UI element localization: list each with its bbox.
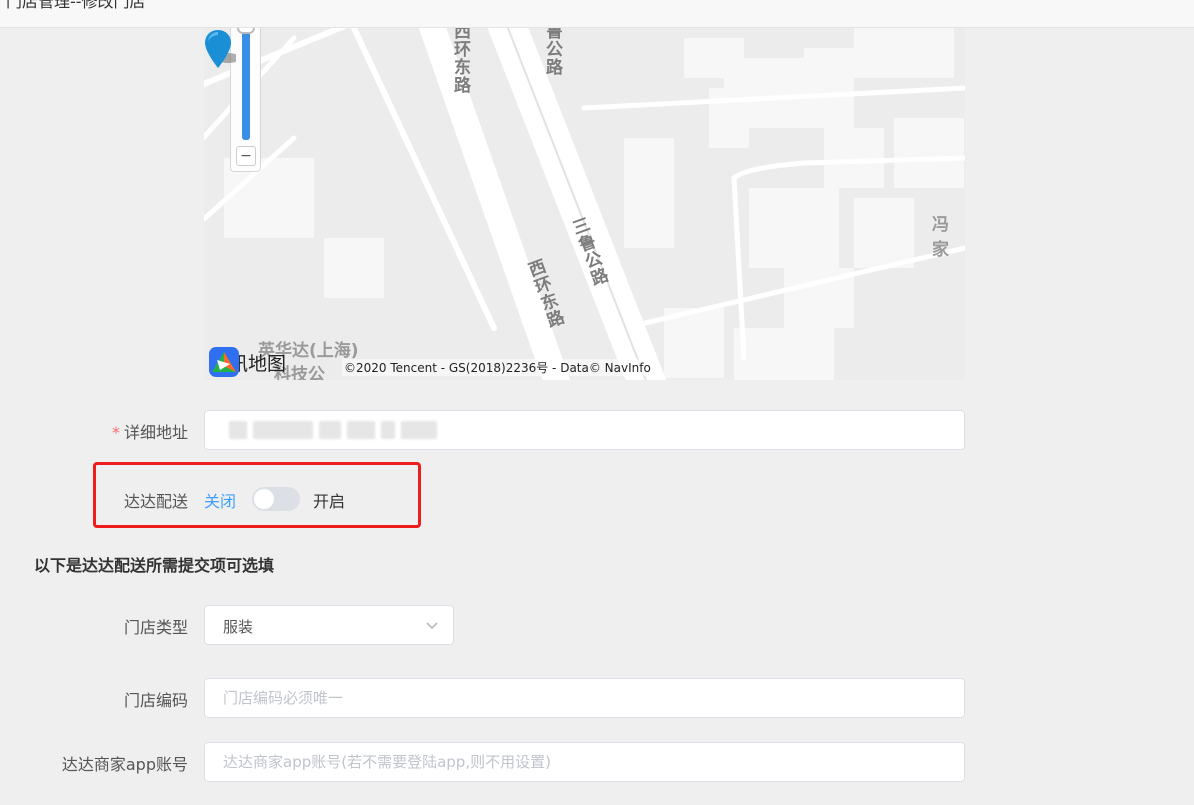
- dada-account-label: 达达商家app账号: [61, 755, 188, 774]
- dada-account-input[interactable]: [204, 742, 965, 782]
- store-code-label: 门店编码: [123, 691, 188, 710]
- place-label: 冯家: [932, 215, 949, 260]
- optional-section-title: 以下是达达配送所需提交项可选填: [34, 556, 275, 575]
- map-canvas: [204, 28, 965, 380]
- dada-delivery-label: 达达配送: [123, 492, 188, 511]
- store-type-label: 门店类型: [123, 618, 188, 637]
- address-input[interactable]: [204, 410, 965, 450]
- zoom-slider-handle[interactable]: [237, 28, 255, 34]
- switch-on-label[interactable]: 开启: [313, 488, 345, 512]
- switch-handle: [254, 489, 274, 509]
- store-code-input[interactable]: [204, 678, 965, 718]
- road-label: 鲁公路: [542, 28, 562, 76]
- map-view[interactable]: 西环东路 鲁公路 三鲁公路 西环东路 冯家 英华达(上海) 科技公 − 腾讯地图…: [204, 28, 965, 380]
- page-title: 门店管理--修改门店: [6, 0, 146, 11]
- tencent-map-logo-icon: [209, 347, 239, 377]
- map-brand: 腾讯地图: [208, 346, 286, 378]
- store-type-value: 服装: [223, 618, 254, 636]
- zoom-out-button[interactable]: −: [236, 146, 256, 166]
- road-label: 西环东路: [450, 28, 470, 94]
- store-type-select[interactable]: 服装: [204, 605, 454, 645]
- location-pin-icon[interactable]: [204, 28, 236, 70]
- required-mark: *: [111, 423, 120, 442]
- zoom-slider-track[interactable]: [242, 28, 250, 140]
- map-copyright: ©2020 Tencent - GS(2018)2236号 - Data© Na…: [342, 359, 653, 376]
- title-bar: 门店管理--修改门店: [0, 0, 1194, 28]
- address-label: * 详细地址: [111, 423, 188, 442]
- chevron-down-icon: [426, 622, 438, 630]
- dada-delivery-switch[interactable]: [252, 487, 300, 511]
- address-value-redacted: [229, 421, 437, 439]
- switch-off-label[interactable]: 关闭: [204, 488, 236, 512]
